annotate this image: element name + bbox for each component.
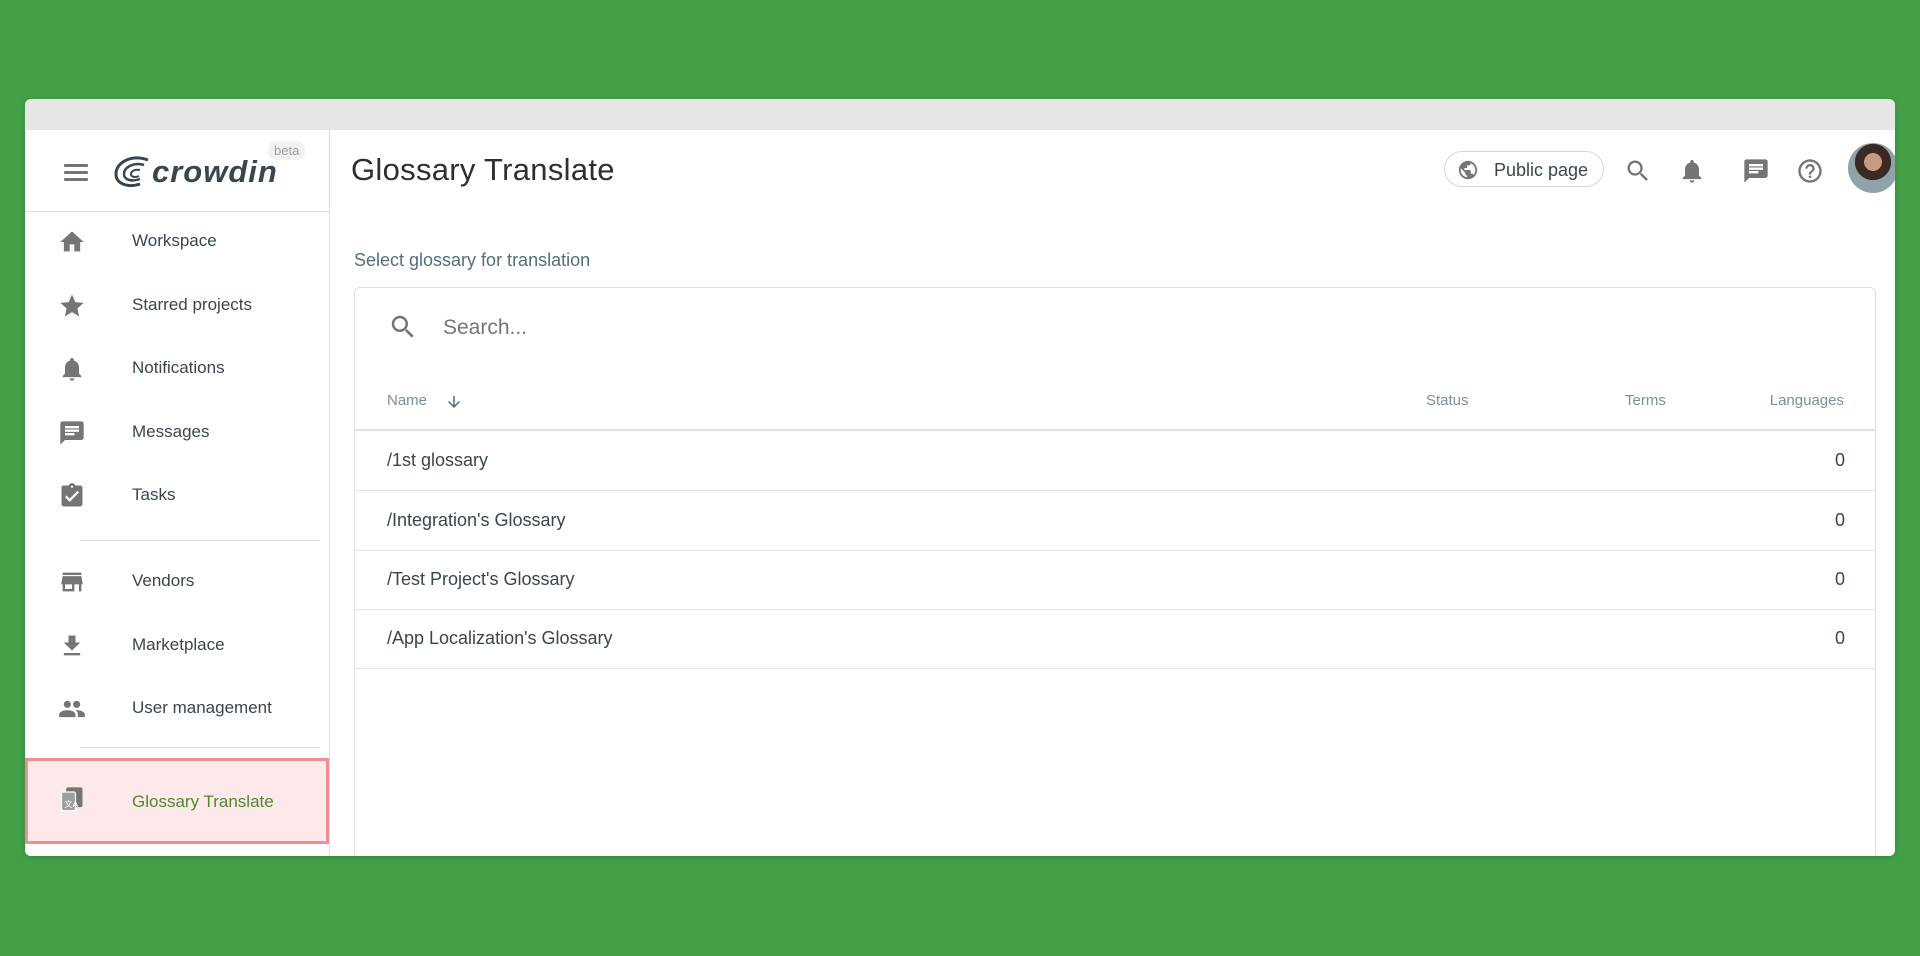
column-header-status[interactable]: Status [1426,392,1469,409]
avatar[interactable] [1848,143,1895,193]
app-window: crowdin beta Workspace Starred projects … [25,99,1895,856]
sidebar-item-marketplace[interactable]: Marketplace [25,616,329,674]
section-subtitle: Select glossary for translation [354,250,591,270]
window-titlebar [25,99,1895,130]
languages-count: 0 [1834,628,1845,648]
svg-text:文A: 文A [64,799,78,809]
table-row[interactable]: /Test Project's Glossary 0 [355,550,1875,610]
table-row[interactable]: /Integration's Glossary 0 [355,491,1875,551]
sidebar-item-messages[interactable]: Messages [25,403,329,461]
public-page-button[interactable]: Public page [1444,151,1604,187]
sidebar-item-label: Messages [132,422,210,441]
sidebar-item-label: Starred projects [132,295,252,314]
sidebar-item-label: Vendors [132,571,195,590]
main-content: Select glossary for translation Name Sta… [330,212,1895,856]
globe-icon [1458,160,1478,180]
sidebar-item-tasks[interactable]: Tasks [25,466,329,524]
star-icon [60,294,84,317]
table-row[interactable]: /1st glossary 0 [355,431,1875,491]
logo-text: crowdin [152,154,278,189]
sidebar-header: crowdin beta [25,130,329,212]
sidebar: crowdin beta Workspace Starred projects … [25,130,330,856]
languages-count: 0 [1834,510,1845,530]
glossary-name: /Test Project's Glossary [387,569,575,589]
search-input[interactable] [441,306,1845,350]
sidebar-item-label: Marketplace [132,635,225,654]
glossary-name: /Integration's Glossary [387,510,566,530]
sidebar-item-notifications[interactable]: Notifications [25,339,329,397]
glossary-name: /1st glossary [387,450,489,470]
search-icon[interactable] [1624,157,1652,185]
column-header-languages[interactable]: Languages [1770,392,1844,409]
sidebar-item-workspace[interactable]: Workspace [25,212,329,270]
message-icon [60,421,84,445]
menu-icon[interactable] [60,157,90,187]
table-row[interactable]: /App Localization's Glossary 0 [355,609,1875,669]
sidebar-item-vendors[interactable]: Vendors [25,552,329,610]
top-header: Glossary Translate Public page [330,130,1895,213]
people-icon [59,700,85,718]
crowdin-logo-icon [114,156,149,188]
search-icon [391,315,414,338]
sidebar-item-label: User management [132,698,272,717]
glossary-name: /App Localization's Glossary [387,628,613,648]
sidebar-item-label: Notifications [132,358,225,377]
languages-count: 0 [1834,450,1845,470]
page-title: Glossary Translate [351,152,615,187]
store-icon [61,572,83,592]
bell-icon [62,357,82,381]
sidebar-item-glossary-translate[interactable]: 文A Glossary Translate [25,758,329,844]
sidebar-divider [80,540,320,541]
sidebar-item-label: Tasks [132,485,176,504]
message-icon[interactable] [1742,157,1770,185]
table-header: Name Status Terms Languages [355,374,1875,431]
languages-count: 0 [1834,569,1845,589]
sidebar-item-starred-projects[interactable]: Starred projects [25,276,329,334]
home-icon [60,231,84,252]
beta-badge: beta [268,141,306,160]
download-icon [63,635,81,656]
public-page-label: Public page [1494,160,1589,180]
sidebar-item-user-management[interactable]: User management [25,679,329,737]
column-header-name[interactable]: Name [387,392,427,409]
bell-icon[interactable] [1678,157,1706,185]
arrow-down-icon[interactable] [445,393,463,411]
help-icon[interactable] [1796,157,1824,185]
sidebar-item-label: Glossary Translate [132,792,274,811]
glossary-table-card: Name Status Terms Languages /1st glossar… [354,287,1876,856]
glossary-translate-icon: 文A [60,787,83,812]
sidebar-divider [80,747,320,748]
sidebar-item-label: Workspace [132,231,217,250]
column-header-terms[interactable]: Terms [1625,392,1666,409]
task-icon [61,483,83,507]
